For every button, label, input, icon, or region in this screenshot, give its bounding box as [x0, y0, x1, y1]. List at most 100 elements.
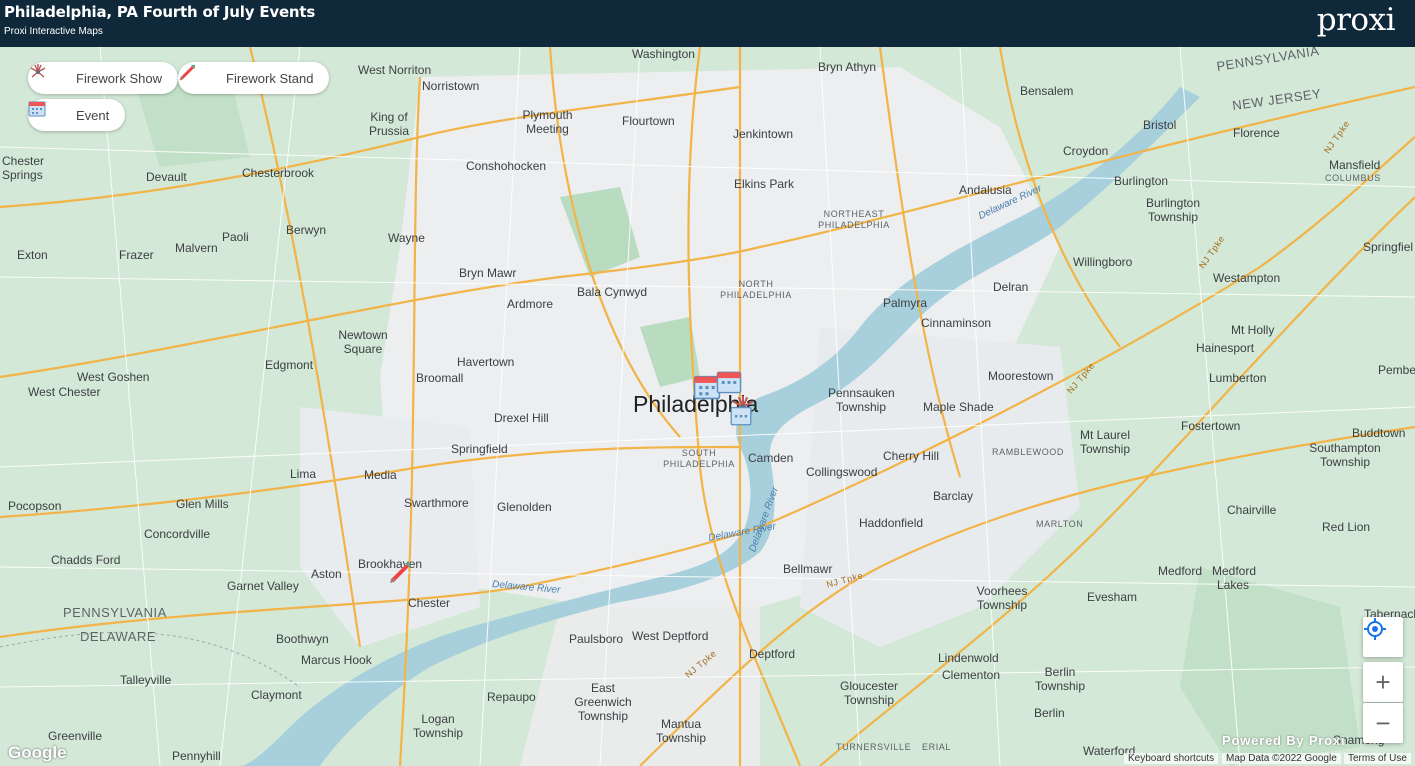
place-label: Moorestown: [988, 369, 1054, 383]
place-label: Cinnaminson: [921, 316, 992, 330]
place-label: Ardmore: [507, 297, 554, 311]
place-label: Cherry Hill: [883, 449, 940, 463]
place-label: Chesterbrook: [242, 166, 315, 180]
place-label: Mansfield: [1329, 158, 1381, 172]
place-label: Logan Township: [413, 712, 464, 740]
place-label: Plymouth Meeting: [522, 108, 573, 136]
place-label: Clementon: [942, 668, 1001, 682]
place-label: Pocopson: [8, 499, 62, 513]
place-label: Fostertown: [1181, 419, 1241, 433]
calendar-icon: [716, 371, 742, 394]
place-label: Claymont: [251, 688, 302, 702]
place-label: Paoli: [222, 230, 249, 244]
legend-label: Event: [76, 107, 110, 123]
place-label: West Deptford: [632, 629, 709, 643]
place-label: SOUTH PHILADELPHIA: [663, 448, 735, 469]
legend-label: Firework Stand: [226, 70, 314, 86]
calendar-icon: [730, 407, 752, 426]
calendar-icon: [28, 101, 58, 126]
keyboard-shortcuts-link[interactable]: Keyboard shortcuts: [1124, 753, 1219, 764]
place-label: Concordville: [144, 527, 211, 541]
place-label: Berlin Township: [1034, 665, 1086, 693]
place-label: Swarthmore: [404, 496, 469, 510]
place-label: Palmyra: [883, 296, 928, 310]
place-label: Bala Cynwyd: [577, 285, 648, 299]
place-label: Chairville: [1227, 503, 1277, 517]
place-label: Evesham: [1087, 590, 1138, 604]
place-label: Edgmont: [265, 358, 314, 372]
place-label: Medford: [1158, 564, 1203, 578]
place-label: Bryn Mawr: [459, 266, 517, 280]
place-label: Westampton: [1213, 271, 1281, 285]
zoom-out-button[interactable]: −: [1363, 703, 1403, 743]
place-label: Greenville: [48, 729, 103, 743]
terms-of-use-link[interactable]: Terms of Use: [1344, 753, 1411, 764]
place-label: Norristown: [422, 79, 480, 93]
place-label: Mt Holly: [1231, 323, 1275, 337]
state-label: DELAWARE: [80, 629, 156, 644]
place-label: NORTH PHILADELPHIA: [720, 279, 792, 300]
place-label: Medford Lakes: [1212, 564, 1257, 592]
place-label: East Greenwich Township: [574, 681, 632, 723]
place-label: Berlin: [1034, 706, 1065, 720]
place-label: Elkins Park: [734, 177, 795, 191]
place-label: West Goshen: [77, 370, 150, 384]
place-label: Lindenwold: [938, 651, 999, 665]
place-label: Malvern: [175, 241, 218, 255]
place-label: Maple Shade: [923, 400, 994, 414]
place-label: Flourtown: [622, 114, 675, 128]
place-label: Talleyville: [120, 673, 172, 687]
place-label: Bristol: [1143, 118, 1177, 132]
place-label: Delran: [993, 280, 1029, 294]
my-location-button[interactable]: [1363, 617, 1403, 657]
place-label: Conshohocken: [466, 159, 547, 173]
place-label: Florence: [1233, 126, 1280, 140]
place-label: Chadds Ford: [51, 553, 121, 567]
place-label: Buddtown: [1352, 426, 1406, 440]
place-label: Bensalem: [1020, 84, 1074, 98]
place-label: West Norriton: [358, 63, 432, 77]
place-label: Newtown Square: [338, 328, 388, 356]
place-label: Lumberton: [1209, 371, 1267, 385]
place-label: Haddonfield: [859, 516, 924, 530]
google-logo[interactable]: Google: [8, 743, 67, 763]
place-label: Aston: [311, 567, 342, 581]
place-label: Willingboro: [1073, 255, 1133, 269]
place-label: Pennsauken Township: [828, 386, 895, 414]
place-label: Boothwyn: [276, 632, 329, 646]
place-label: Collingswood: [806, 465, 878, 479]
zoom-in-button[interactable]: +: [1363, 662, 1403, 702]
state-label: PENNSYLVANIA: [63, 605, 167, 620]
place-label: Chester: [408, 596, 451, 610]
place-label: Bryn Athyn: [818, 60, 877, 74]
place-label: Gloucester Township: [839, 679, 899, 707]
place-label: Burlington Township: [1145, 196, 1201, 224]
place-label: Garnet Valley: [227, 579, 299, 593]
place-label: Broomall: [416, 371, 464, 385]
legend-label: Firework Show: [76, 70, 162, 86]
place-label: Mt Laurel Township: [1079, 428, 1131, 456]
firework-icon: [30, 64, 58, 89]
place-label: RAMBLEWOOD: [992, 447, 1065, 457]
place-label: NORTHEAST PHILADELPHIA: [818, 209, 890, 230]
place-label: ERIAL: [922, 742, 952, 752]
place-label: Washington: [632, 47, 695, 61]
place-label: Exton: [17, 248, 48, 262]
place-label: Pembe: [1378, 363, 1415, 377]
place-label: Media: [364, 468, 397, 482]
page-title: Philadelphia, PA Fourth of July Events: [4, 3, 316, 21]
place-label: Andalusia: [959, 183, 1012, 197]
place-label: Drexel Hill: [494, 411, 549, 425]
map-data-attribution: Map Data ©2022 Google: [1222, 753, 1341, 764]
powered-by-proxi[interactable]: Powered By Proxi: [1222, 733, 1345, 748]
legend-firework-stand[interactable]: Firework Stand: [178, 62, 330, 94]
legend-event[interactable]: Event: [28, 99, 126, 131]
legend-firework-show[interactable]: Firework Show: [28, 62, 178, 94]
proxi-logo[interactable]: proxi: [1317, 2, 1396, 38]
page-subtitle: Proxi Interactive Maps: [4, 26, 103, 37]
place-label: Burlington: [1114, 174, 1169, 188]
place-label: King of Prussia: [368, 110, 409, 138]
place-label: West Chester: [28, 385, 101, 399]
place-label: Southampton Township: [1309, 441, 1381, 469]
map-canvas[interactable]: Firework Show Firework Stand Event Phila…: [0, 47, 1415, 766]
